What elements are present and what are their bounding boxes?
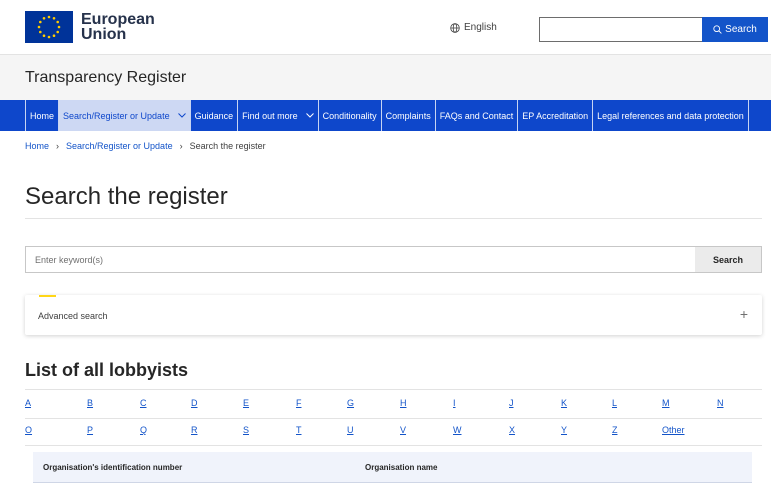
- logo-line-1: European: [81, 11, 155, 28]
- letter-link-c[interactable]: C: [140, 398, 147, 408]
- letter-link-s[interactable]: S: [243, 425, 249, 435]
- letter-link-d[interactable]: D: [191, 398, 198, 408]
- divider: [25, 218, 762, 219]
- letter-link-x[interactable]: X: [509, 425, 515, 435]
- language-label: English: [464, 22, 497, 33]
- eu-flag-icon: [25, 11, 73, 43]
- nav-item-home[interactable]: Home: [25, 100, 58, 131]
- nav-item-label: EP Accreditation: [522, 110, 589, 121]
- nav-item-legal-references[interactable]: Legal references and data protection: [592, 100, 749, 131]
- accent-bar: [39, 295, 56, 297]
- site-header: European Union English Search: [0, 0, 771, 55]
- letter-link-u[interactable]: U: [347, 425, 354, 435]
- letter-link-z[interactable]: Z: [612, 425, 618, 435]
- search-icon: [713, 25, 722, 34]
- alphabet-row-2: O P Q R S T U V W X Y Z Other: [25, 425, 762, 439]
- nav-item-label: Conditionality: [322, 110, 377, 121]
- language-selector[interactable]: English: [450, 22, 497, 33]
- nav-item-label: FAQs and Contact: [439, 110, 514, 121]
- breadcrumb-current: Search the register: [189, 141, 266, 151]
- logo-text: European Union: [81, 11, 155, 43]
- site-title-band: Transparency Register: [0, 55, 771, 100]
- logo-line-2: Union: [81, 26, 127, 43]
- chevron-right-icon: ›: [56, 141, 60, 151]
- letter-link-y[interactable]: Y: [561, 425, 567, 435]
- globe-icon: [450, 22, 460, 33]
- nav-item-conditionality[interactable]: Conditionality: [317, 100, 381, 131]
- column-header-id-number[interactable]: Organisation's identification number: [43, 463, 182, 472]
- keyword-search-button[interactable]: Search: [695, 247, 761, 272]
- letter-link-o[interactable]: O: [25, 425, 32, 435]
- nav-item-label: Home: [30, 110, 55, 121]
- advanced-search-label: Advanced search: [38, 311, 108, 321]
- letter-link-r[interactable]: R: [191, 425, 198, 435]
- letter-link-m[interactable]: M: [662, 398, 670, 408]
- site-search: Search: [539, 17, 768, 42]
- nav-item-complaints[interactable]: Complaints: [380, 100, 435, 131]
- divider: [25, 389, 762, 390]
- letter-link-k[interactable]: K: [561, 398, 567, 408]
- keyword-search: Search: [25, 246, 762, 273]
- letter-link-other[interactable]: Other: [662, 425, 685, 435]
- letter-link-f[interactable]: F: [296, 398, 302, 408]
- advanced-search-panel[interactable]: Advanced search +: [25, 295, 762, 335]
- chevron-down-icon: [305, 113, 314, 118]
- breadcrumb-search-register-update[interactable]: Search/Register or Update: [66, 141, 173, 151]
- nav-item-search-register-update[interactable]: Search/Register or Update: [58, 100, 190, 131]
- letter-link-j[interactable]: J: [509, 398, 514, 408]
- letter-link-b[interactable]: B: [87, 398, 93, 408]
- letter-link-i[interactable]: I: [453, 398, 456, 408]
- nav-item-label: Guidance: [194, 110, 234, 121]
- keyword-search-input[interactable]: [26, 247, 695, 272]
- letter-link-n[interactable]: N: [717, 398, 724, 408]
- letter-link-p[interactable]: P: [87, 425, 93, 435]
- letter-link-e[interactable]: E: [243, 398, 249, 408]
- site-title[interactable]: Transparency Register: [25, 69, 186, 87]
- main-navigation: Home Search/Register or Update Guidance …: [0, 100, 771, 131]
- eu-logo[interactable]: European Union: [25, 11, 155, 43]
- page-title: Search the register: [25, 183, 228, 210]
- letter-link-g[interactable]: G: [347, 398, 354, 408]
- letter-link-w[interactable]: W: [453, 425, 462, 435]
- divider: [25, 445, 762, 446]
- letter-link-a[interactable]: A: [25, 398, 31, 408]
- chevron-right-icon: ›: [179, 141, 183, 151]
- letter-link-t[interactable]: T: [296, 425, 302, 435]
- nav-item-label: Complaints: [385, 110, 431, 121]
- nav-item-label: Legal references and data protection: [597, 110, 744, 121]
- nav-item-faqs-contact[interactable]: FAQs and Contact: [434, 100, 518, 131]
- chevron-down-icon: [177, 113, 186, 118]
- letter-link-q[interactable]: Q: [140, 425, 147, 435]
- alphabet-row-1: A B C D E F G H I J K L M N: [25, 398, 762, 412]
- letter-link-v[interactable]: V: [400, 425, 406, 435]
- column-header-organisation-name[interactable]: Organisation name: [365, 463, 437, 472]
- nav-item-label: Search/Register or Update: [63, 110, 170, 121]
- results-table-header: Organisation's identification number Org…: [33, 452, 752, 483]
- letter-link-h[interactable]: H: [400, 398, 407, 408]
- breadcrumb-home[interactable]: Home: [25, 141, 49, 151]
- nav-item-label: Find out more: [242, 110, 298, 121]
- letter-link-l[interactable]: L: [612, 398, 617, 408]
- nav-item-ep-accreditation[interactable]: EP Accreditation: [517, 100, 592, 131]
- site-search-button[interactable]: Search: [702, 17, 768, 42]
- site-search-input[interactable]: [539, 17, 702, 42]
- nav-item-find-out-more[interactable]: Find out more: [237, 100, 318, 131]
- site-search-button-label: Search: [725, 24, 757, 35]
- divider: [25, 418, 762, 419]
- lobbyists-title: List of all lobbyists: [25, 360, 189, 380]
- plus-icon[interactable]: +: [740, 306, 748, 322]
- nav-item-guidance[interactable]: Guidance: [189, 100, 238, 131]
- breadcrumb: Home › Search/Register or Update › Searc…: [25, 141, 266, 151]
